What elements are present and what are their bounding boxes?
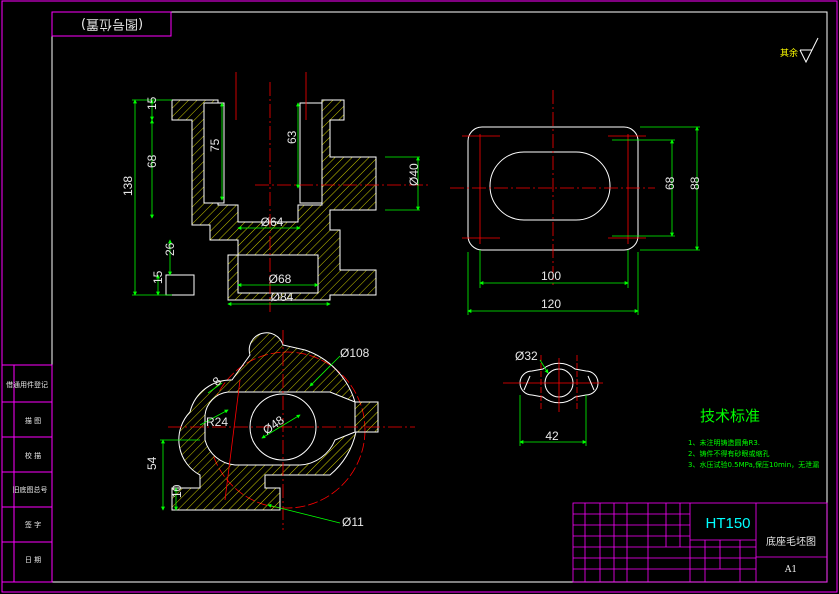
sheet-size: A1: [784, 565, 797, 575]
dim-d40: Ø40: [407, 163, 421, 186]
dim-d108: Ø108: [340, 346, 370, 360]
surface-finish-symbol: 其余: [780, 37, 819, 64]
cad-drawing: (图号位置) 其余 借通用件登记 描 图 校 描 旧底图总号 签 字 日 期 1…: [1, 0, 838, 593]
dim-r24: R24: [206, 415, 228, 429]
dim-42: 42: [545, 429, 559, 443]
side-label-6: 日 期: [25, 556, 41, 564]
title-block-text: HT150 底座毛坯图 A1: [705, 515, 816, 575]
technical-notes: 技术标准 1、未注明铸造圆角R3. 2、铸件不得有砂眼或缩孔 3、水压试验0.5…: [688, 407, 819, 469]
side-label-4: 旧底图总号: [13, 485, 48, 494]
dim-d84: Ø84: [271, 290, 294, 304]
dim-88: 88: [688, 176, 702, 190]
tech-title: 技术标准: [700, 407, 760, 425]
drawing-number-box: (图号位置): [51, 11, 172, 37]
dim-d64: Ø64: [261, 215, 284, 229]
side-label-5: 签 字: [25, 520, 41, 529]
top-view-dimension-labels: 68 88 100 120: [541, 176, 702, 311]
tech-note-1: 1、未注明铸造圆角R3.: [688, 438, 760, 447]
dim-68-right: 68: [663, 176, 677, 190]
dim-138: 138: [121, 176, 135, 196]
dim-d11: Ø11: [342, 515, 364, 529]
tech-note-3: 3、水压试验0.5MPa,保压10min，无泄漏: [688, 460, 819, 469]
side-label-1: 借通用件登记: [6, 380, 48, 389]
dim-d68: Ø68: [269, 272, 292, 286]
dim-15-top: 15: [145, 96, 159, 110]
dim-10: 10: [170, 484, 184, 498]
dim-26: 26: [163, 242, 177, 256]
flange-view: [503, 355, 603, 412]
top-view-dimensions: [467, 126, 700, 315]
dim-15-bottom: 15: [151, 270, 165, 284]
top-view: [450, 90, 655, 285]
drawing-number-label: (图号位置): [81, 16, 143, 31]
part-name: 底座毛坯图: [766, 535, 816, 548]
dim-d32: Ø32: [515, 349, 538, 363]
side-label-3: 校 描: [25, 451, 41, 460]
surface-finish-text: 其余: [780, 47, 798, 59]
material-text: HT150: [705, 515, 750, 532]
inner-frame: [51, 11, 828, 583]
dim-63: 63: [285, 130, 299, 144]
dim-120: 120: [541, 297, 561, 311]
bottom-section-view: [168, 330, 415, 530]
dim-100: 100: [541, 269, 561, 283]
side-registry-column: 借通用件登记 描 图 校 描 旧底图总号 签 字 日 期: [1, 364, 53, 583]
tech-note-2: 2、铸件不得有砂眼或缩孔: [688, 449, 769, 458]
dim-75: 75: [208, 138, 222, 152]
side-label-2: 描 图: [25, 416, 41, 425]
dim-54: 54: [145, 456, 159, 470]
dim-68: 68: [145, 154, 159, 168]
